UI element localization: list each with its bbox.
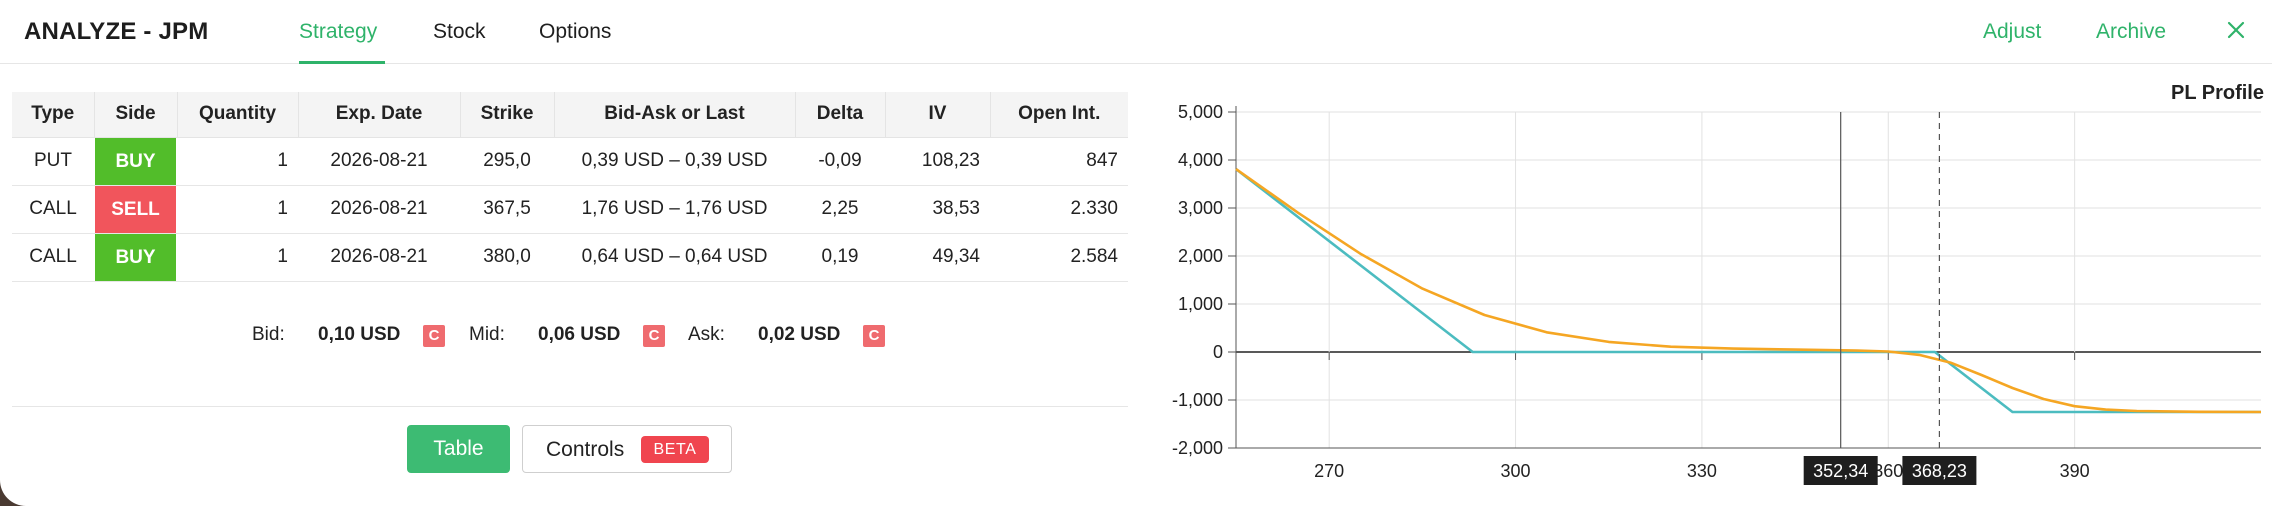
ask-value: 0,02 USD [758,324,841,345]
copy-mid-badge[interactable]: C [643,325,665,347]
copy-ask-badge[interactable]: C [863,325,885,347]
tab-options[interactable]: Options [539,20,611,44]
leg-quantity: 1 [177,185,298,234]
beta-badge: BETA [641,436,709,463]
y-tick-label: 1,000 [1178,294,1223,314]
column-header-type[interactable]: Type [12,92,95,138]
y-tick-label: -1,000 [1172,390,1223,410]
chart-title: PL Profile [2171,82,2264,104]
active-tab-indicator [299,61,385,64]
tab-stock[interactable]: Stock [433,20,486,44]
controls-view-button[interactable]: Controls BETA [522,425,732,473]
page-title: ANALYZE - JPM [24,18,209,45]
column-header-open-int[interactable]: Open Int. [990,92,1128,138]
leg-type: PUT [12,137,94,186]
price-marker-label: 368,23 [1912,461,1967,481]
y-tick-label: 2,000 [1178,246,1223,266]
leg-delta: 0,19 [795,233,885,282]
bid-value: 0,10 USD [318,324,401,345]
leg-open-int: 2.584 [990,233,1128,282]
x-tick-label: 300 [1501,461,1531,481]
table-row: PUT BUY 1 2026-08-21 295,0 0,39 USD – 0,… [12,137,1128,186]
leg-bid-ask: 0,39 USD – 0,39 USD [554,137,795,186]
y-tick-label: 3,000 [1178,198,1223,218]
column-header-exp-date[interactable]: Exp. Date [298,92,461,138]
side-buy-button[interactable]: BUY [95,137,176,185]
leg-iv: 108,23 [885,137,990,186]
controls-label: Controls [546,438,625,461]
archive-link[interactable]: Archive [2096,20,2166,44]
series-line-0 [1235,168,2261,414]
leg-delta: -0,09 [795,137,885,186]
leg-exp-date: 2026-08-21 [298,137,460,186]
leg-quantity: 1 [177,233,298,282]
series-line-1 [1235,168,2262,414]
x-tick-label: 270 [1314,461,1344,481]
column-header-iv[interactable]: IV [885,92,991,138]
table-row: CALL BUY 1 2026-08-21 380,0 0,64 USD – 0… [12,233,1128,282]
tab-strategy[interactable]: Strategy [299,20,377,44]
leg-type: CALL [12,233,94,282]
ask-label: Ask: [688,324,725,345]
mid-label: Mid: [469,324,505,345]
quote-summary: Bid: 0,10 USD C Mid: 0,06 USD C Ask: 0,0… [0,322,1128,350]
price-marker-label: 352,34 [1813,461,1868,481]
bid-label: Bid: [252,324,285,345]
mid-value: 0,06 USD [538,324,621,345]
y-tick-label: -2,000 [1172,438,1223,458]
leg-bid-ask: 0,64 USD – 0,64 USD [554,233,795,282]
leg-exp-date: 2026-08-21 [298,233,460,282]
leg-strike: 367,5 [460,185,554,234]
column-header-quantity[interactable]: Quantity [177,92,299,138]
leg-iv: 49,34 [885,233,990,282]
leg-open-int: 847 [990,137,1128,186]
column-header-delta[interactable]: Delta [795,92,886,138]
leg-strike: 380,0 [460,233,554,282]
analyze-window: ANALYZE - JPM Strategy Stock Options Adj… [0,0,2272,506]
y-tick-label: 4,000 [1178,150,1223,170]
leg-delta: 2,25 [795,185,885,234]
leg-type: CALL [12,185,94,234]
y-tick-label: 0 [1213,342,1223,362]
y-tick-label: 5,000 [1178,102,1223,122]
x-tick-label: 360 [1873,461,1903,481]
side-sell-button[interactable]: SELL [95,185,176,233]
leg-iv: 38,53 [885,185,990,234]
copy-bid-badge[interactable]: C [423,325,445,347]
leg-bid-ask: 1,76 USD – 1,76 USD [554,185,795,234]
leg-strike: 295,0 [460,137,554,186]
adjust-link[interactable]: Adjust [1983,20,2041,44]
table-header-row: Type Side Quantity Exp. Date Strike Bid-… [12,92,1128,138]
leg-exp-date: 2026-08-21 [298,185,460,234]
legs-table: Type Side Quantity Exp. Date Strike Bid-… [12,92,1128,282]
column-header-side[interactable]: Side [94,92,178,138]
close-icon[interactable] [2223,17,2249,43]
pl-profile-chart: PL Profile -2,000 -1,000 0 1,000 2,000 3,000 4… [1172,82,2264,485]
leg-open-int: 2.330 [990,185,1128,234]
table-row: CALL SELL 1 2026-08-21 367,5 1,76 USD – … [12,185,1128,234]
x-tick-label: 330 [1687,461,1717,481]
table-view-button[interactable]: Table [407,425,510,473]
column-header-bid-ask[interactable]: Bid-Ask or Last [554,92,796,138]
header: ANALYZE - JPM Strategy Stock Options Adj… [0,0,2272,64]
x-tick-label: 390 [2060,461,2090,481]
side-buy-button[interactable]: BUY [95,233,176,281]
divider [12,406,1128,407]
leg-quantity: 1 [177,137,298,186]
column-header-strike[interactable]: Strike [460,92,555,138]
